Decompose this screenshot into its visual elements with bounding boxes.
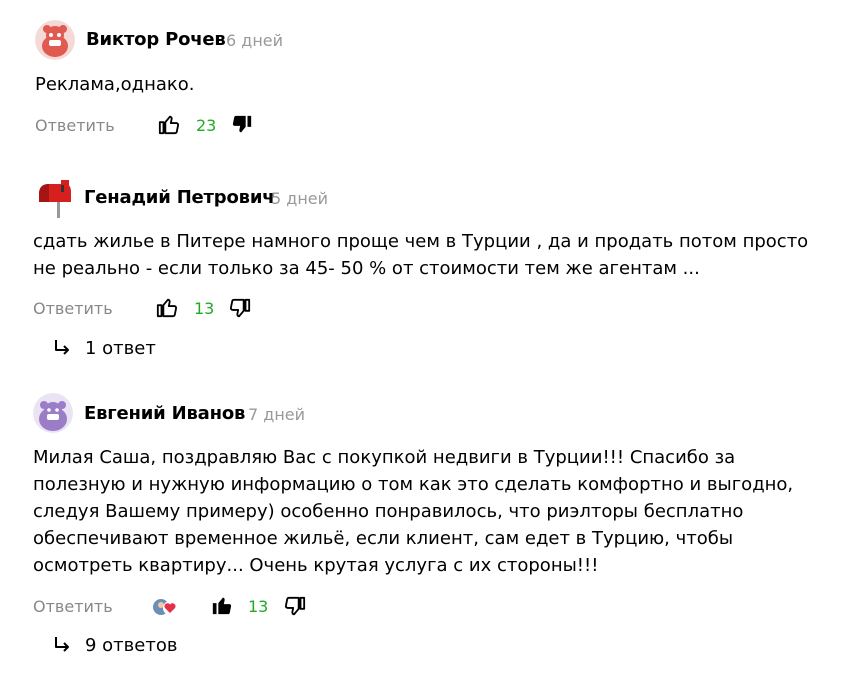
thumbs-up-icon[interactable] (158, 113, 180, 135)
comment-date: 6 дней (226, 31, 284, 50)
avatar[interactable] (35, 20, 75, 60)
comment-date: 5 дней (271, 189, 329, 208)
thumbs-down-icon[interactable] (231, 114, 253, 136)
like-count: 23 (196, 116, 217, 135)
show-answers-button[interactable]: 1 ответ (85, 338, 156, 359)
thumbs-down-icon[interactable] (284, 596, 306, 618)
avatar[interactable] (33, 393, 73, 433)
show-answers-button[interactable]: 9 ответов (85, 635, 177, 656)
purple-bear-avatar-icon (33, 393, 73, 433)
comment-text: сдать жилье в Питере намного проще чем в… (33, 231, 809, 279)
thumbs-up-icon[interactable] (211, 594, 233, 616)
avatar[interactable] (35, 178, 75, 218)
comment-author[interactable]: Генадий Петрович (84, 187, 275, 208)
comment-text: Реклама,однако. (35, 74, 195, 95)
reply-arrow-icon (52, 635, 72, 655)
reply-button[interactable]: Ответить (33, 299, 113, 318)
thumbs-up-icon[interactable] (156, 296, 178, 318)
reply-arrow-icon (52, 338, 72, 358)
reply-button[interactable]: Ответить (35, 116, 115, 135)
comment-date: 7 дней (248, 405, 306, 424)
comment-text: Милая Саша, поздравляю Вас с покупкой не… (33, 447, 794, 576)
reactors-avatars[interactable] (152, 597, 178, 617)
comment-author[interactable]: Виктор Рочев (86, 29, 226, 50)
mailbox-avatar-icon (39, 180, 71, 218)
comment-author[interactable]: Евгений Иванов (84, 403, 245, 424)
like-count: 13 (194, 299, 215, 318)
thumbs-down-icon[interactable] (229, 298, 251, 320)
like-count: 13 (248, 597, 269, 616)
reply-button[interactable]: Ответить (33, 597, 113, 616)
red-face-avatar-icon (35, 20, 75, 60)
